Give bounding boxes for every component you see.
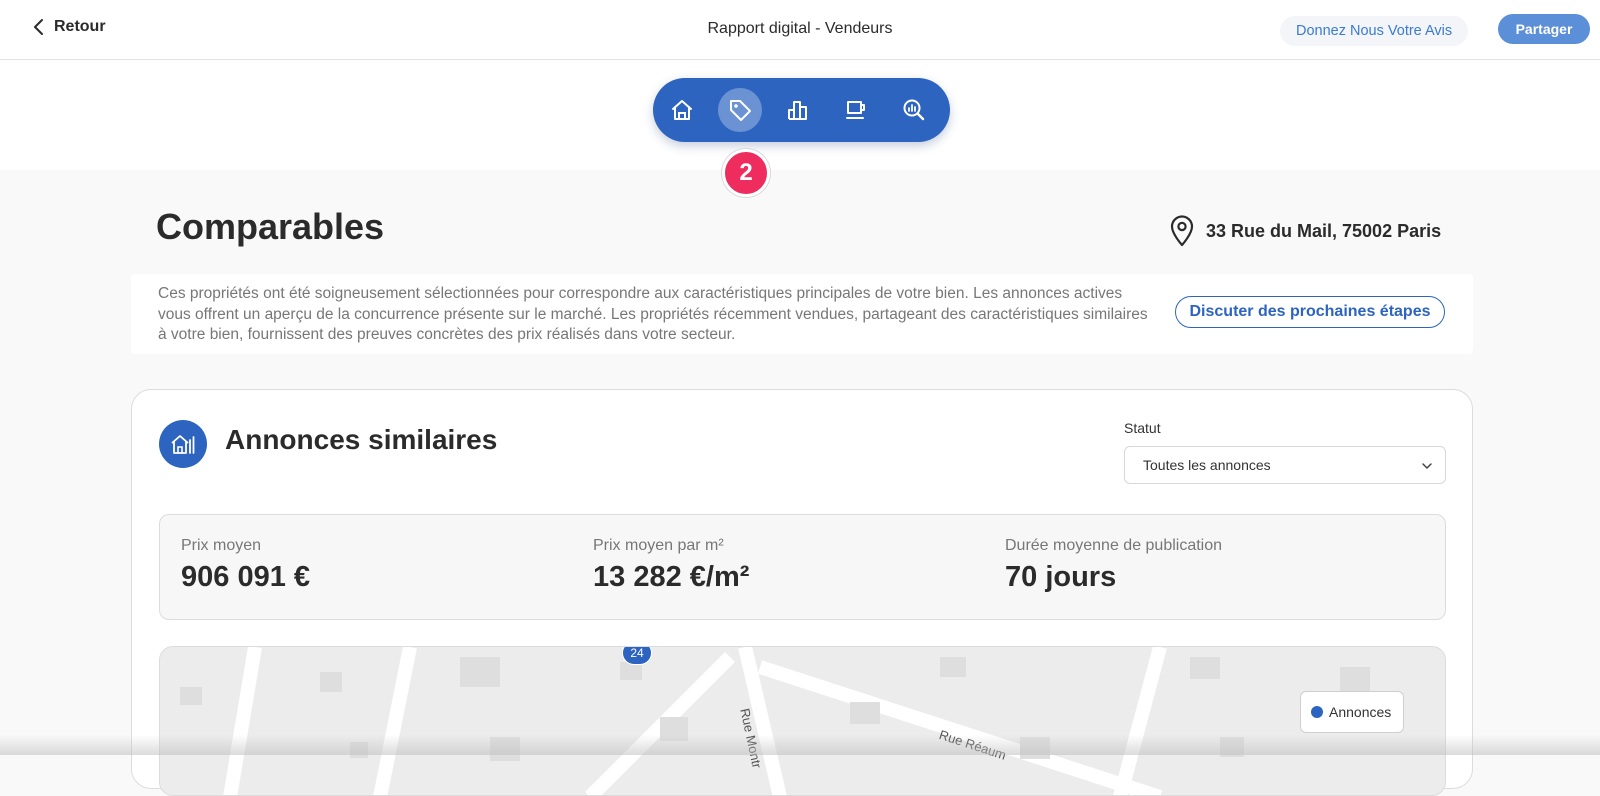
stat-label: Prix moyen [181, 537, 262, 554]
address-text: 33 Rue du Mail, 75002 Paris [1206, 220, 1442, 241]
legend-dot [1311, 706, 1323, 718]
intro-text: Ces propriétés ont été soigneusement sél… [158, 285, 1148, 343]
nav-item-lifestyle[interactable] [834, 88, 878, 132]
nav-item-home[interactable] [660, 88, 704, 132]
location-pin-icon [1170, 215, 1194, 247]
stat-label: Durée moyenne de publication [1005, 537, 1223, 554]
status-value: Toutes les annonces [1143, 457, 1271, 473]
listings-map[interactable]: Rue Montr Rue Réaum 24 Annonces [159, 646, 1446, 796]
stat-average-duration: Durée moyenne de publication 70 jours [1005, 537, 1222, 594]
bottom-fade [0, 735, 1600, 755]
stat-value: 70 jours [1005, 561, 1117, 593]
status-select[interactable]: Toutes les annonces [1124, 446, 1446, 484]
stat-value: 13 282 €/m² [593, 561, 750, 593]
legend-label: Annonces [1329, 704, 1392, 720]
stat-label: Prix moyen par m² [593, 537, 724, 554]
home-icon [672, 100, 692, 120]
map-legend[interactable]: Annonces [1300, 691, 1404, 733]
similar-listings-card: Annonces similaires Statut Toutes les an… [131, 389, 1473, 796]
stat-value: 906 091 € [181, 561, 311, 593]
card-title: Annonces similaires [225, 424, 498, 455]
stat-price-per-m2: Prix moyen par m² 13 282 €/m² [593, 537, 749, 594]
page-heading: Comparables [156, 206, 385, 247]
house-signal-icon [171, 435, 195, 454]
tag-icon [730, 100, 751, 121]
section-nav [653, 78, 950, 142]
nav-item-market[interactable] [776, 88, 820, 132]
nav-item-comparables[interactable] [718, 88, 762, 132]
share-button[interactable]: Partager [1498, 14, 1590, 44]
property-address: 33 Rue du Mail, 75002 Paris [1168, 214, 1441, 248]
feedback-button[interactable]: Donnez Nous Votre Avis [1280, 16, 1469, 46]
listings-icon-badge [159, 420, 207, 468]
coffee-cup-icon [846, 101, 865, 119]
next-steps-button[interactable]: Discuter des prochaines étapes [1175, 296, 1445, 328]
chevron-down-icon [1422, 463, 1432, 469]
map-background [180, 647, 1370, 795]
search-chart-icon [903, 99, 925, 121]
step-badge: 2 [722, 149, 770, 197]
stat-average-price: Prix moyen 906 091 € [181, 537, 310, 594]
bar-chart-icon [788, 101, 807, 120]
status-label: Statut [1124, 420, 1161, 436]
stats-panel: Prix moyen 906 091 € Prix moyen par m² 1… [159, 514, 1446, 620]
intro-box: Ces propriétés ont été soigneusement sél… [131, 274, 1473, 354]
map-marker[interactable]: 24 [622, 647, 652, 665]
top-header: Retour Rapport digital - Vendeurs Donnez… [0, 0, 1600, 60]
nav-item-analysis[interactable] [892, 88, 936, 132]
